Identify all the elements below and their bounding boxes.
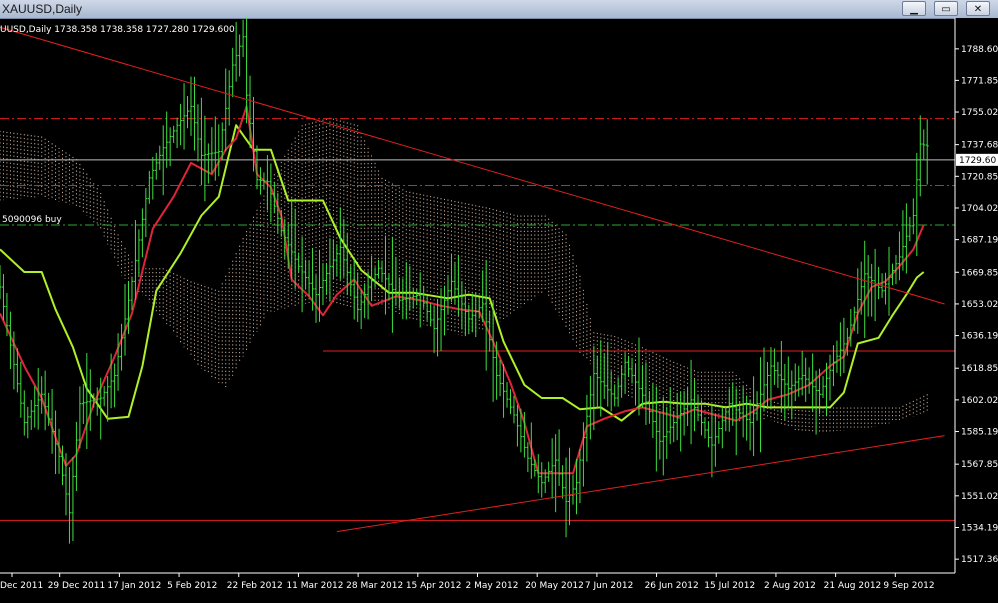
x-tick-label: 2 Aug 2012 <box>764 581 816 591</box>
window-title: XAUUSD,Daily <box>2 2 83 16</box>
close-button[interactable]: ✕ <box>966 1 990 16</box>
price-axis-bg <box>955 18 998 603</box>
y-tick-label: 1551.02 <box>961 492 998 502</box>
x-tick-label: 26 Jun 2012 <box>645 581 699 591</box>
x-tick-label: 9 Sep 2012 <box>883 581 934 591</box>
current-price-label: 1729.60 <box>959 156 996 166</box>
y-tick-label: 1636.19 <box>961 332 998 342</box>
x-tick-label: 17 Jan 2012 <box>107 581 161 591</box>
buy-annotation-label: 5090096 buy <box>2 215 62 225</box>
x-tick-label: 2 May 2012 <box>466 581 519 591</box>
x-tick-label: 21 Aug 2012 <box>824 581 882 591</box>
x-tick-label: 11 Mar 2012 <box>286 581 343 591</box>
minimize-button[interactable]: ▁ <box>902 1 926 16</box>
x-tick-label: 5 Feb 2012 <box>167 581 217 591</box>
maximize-button[interactable]: ▭ <box>934 1 958 16</box>
price-chart[interactable]: 5090096 buy 1788.60 1771.85 1755.02 1737.68… <box>0 18 998 603</box>
x-tick-label: 7 Jun 2012 <box>585 581 633 591</box>
y-tick-label: 1755.02 <box>961 108 998 118</box>
x-tick-label: 29 Dec 2011 <box>48 581 106 591</box>
y-tick-label: 1771.85 <box>961 76 998 86</box>
y-tick-label: 1737.68 <box>961 141 998 151</box>
y-tick-label: 1602.02 <box>961 396 998 406</box>
chart-info: UUSD,Daily 1738.358 1738.358 1727.280 17… <box>0 25 235 35</box>
y-tick-label: 1534.19 <box>961 523 998 533</box>
y-tick-label: 1669.85 <box>961 268 998 278</box>
y-tick-label: 1788.60 <box>961 45 998 55</box>
axes: 1788.60 1771.85 1755.02 1737.68 1720.85 1704.… <box>0 18 998 603</box>
x-tick-label: Dec 2011 <box>0 581 43 591</box>
y-tick-label: 1618.85 <box>961 364 998 374</box>
x-tick-label: 28 Mar 2012 <box>346 581 403 591</box>
window-titlebar[interactable]: XAUUSD,Daily ▁ ▭ ✕ <box>0 0 998 19</box>
x-tick-label: 20 May 2012 <box>525 581 584 591</box>
x-tick-label: 15 Jul 2012 <box>704 581 755 591</box>
horizontal-levels: 5090096 buy <box>0 118 955 521</box>
y-tick-label: 1720.85 <box>961 172 998 182</box>
trendline <box>336 435 945 533</box>
y-tick-label: 1687.19 <box>961 236 998 246</box>
y-tick-label: 1585.19 <box>961 428 998 438</box>
x-tick-label: 15 Apr 2012 <box>406 581 462 591</box>
trendline <box>0 26 945 305</box>
y-tick-label: 1704.02 <box>961 204 998 214</box>
y-tick-label: 1567.85 <box>961 460 998 470</box>
x-tick-label: 22 Feb 2012 <box>227 581 283 591</box>
y-tick-label: 1653.02 <box>961 300 998 310</box>
y-tick-label: 1517.36 <box>961 555 998 565</box>
